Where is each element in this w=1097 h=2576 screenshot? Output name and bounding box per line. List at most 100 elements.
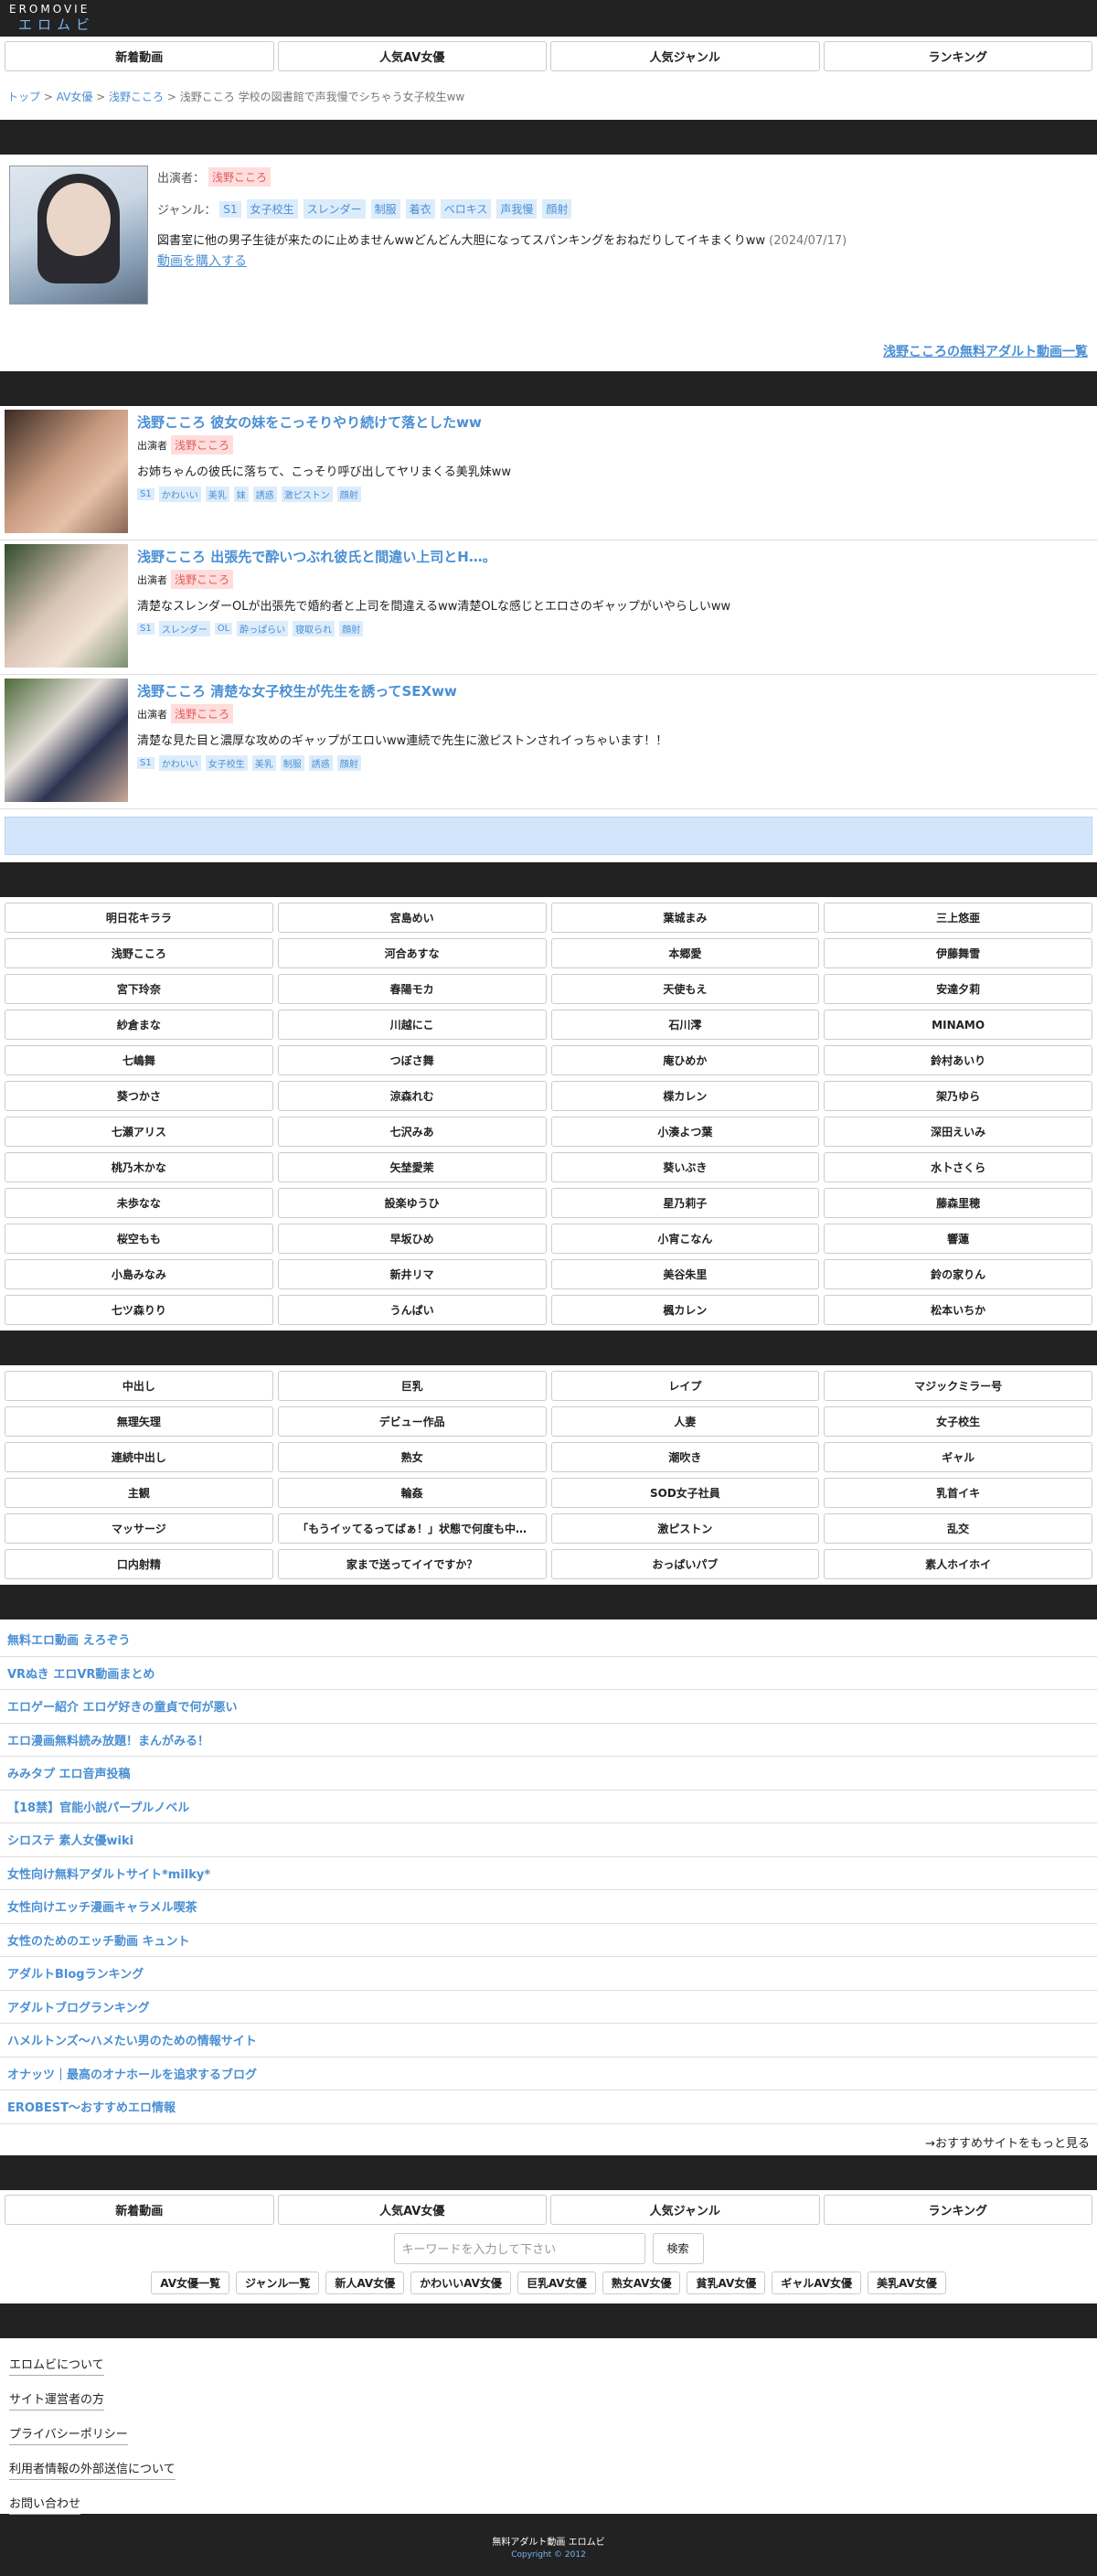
actress-button[interactable]: 宮下玲奈 (5, 974, 273, 1004)
actress-button[interactable]: 葉城まみ (550, 903, 820, 933)
site-link[interactable]: アダルトBlogランキング (0, 1957, 1097, 1991)
site-link[interactable]: EROBEST〜おすすめエロ情報 (0, 2090, 1097, 2124)
actress-button[interactable]: 本郷愛 (550, 938, 820, 968)
site-link[interactable]: 女性向け無料アダルトサイト*milky* (0, 1857, 1097, 1890)
actress-button[interactable]: 矢埜愛茉 (277, 1152, 547, 1182)
genre-tag[interactable]: 顔射 (339, 621, 364, 636)
genre-tag[interactable]: OL (214, 623, 233, 635)
logo-top[interactable]: EROMOVIE (9, 2, 1088, 16)
actress-tag[interactable]: 浅野こころ (171, 704, 234, 723)
actress-button[interactable]: 架乃ゆら (824, 1081, 1092, 1111)
genre-button[interactable]: レイプ (550, 1371, 820, 1401)
actress-button[interactable]: 小湊よつ葉 (550, 1117, 820, 1147)
actress-button[interactable]: 鈴の家りん (824, 1259, 1092, 1289)
breadcrumb-actress[interactable]: 浅野こころ (109, 91, 164, 103)
genre-button[interactable]: 素人ホイホイ (824, 1549, 1092, 1579)
actress-button[interactable]: 桜空もも (5, 1224, 273, 1254)
actress-video-list-link[interactable]: 浅野こころの無料アダルト動画一覧 (883, 345, 1088, 359)
actress-button[interactable]: 星乃莉子 (550, 1188, 820, 1218)
genre-tag[interactable]: 制服 (280, 755, 304, 771)
genre-tag[interactable]: 酔っぱらい (237, 621, 289, 636)
video-thumbnail[interactable] (5, 544, 128, 668)
actress-photo[interactable] (9, 166, 148, 305)
genre-tag[interactable]: S1 (137, 488, 154, 500)
site-link[interactable]: オナッツ｜最高のオナホールを追求するブログ (0, 2058, 1097, 2090)
actress-tag[interactable]: 浅野こころ (171, 570, 234, 589)
genre-tag[interactable]: 女子校生 (246, 199, 298, 219)
site-link[interactable]: エロゲー紹介 エロゲ好きの童貞で何が悪い (0, 1690, 1097, 1724)
genre-tag[interactable]: S1 (137, 757, 154, 769)
actress-button[interactable]: 天使もえ (550, 974, 820, 1004)
genre-button[interactable]: 激ピストン (550, 1513, 820, 1544)
footer-link[interactable]: お問い合わせ (9, 2496, 81, 2515)
video-title[interactable]: 浅野こころ 彼女の妹をこっそりやり続けて落としたww (137, 412, 511, 432)
actress-button[interactable]: 鈴村あいり (824, 1045, 1092, 1075)
search-button[interactable]: 検索 (652, 2232, 704, 2264)
nav-button[interactable]: 人気ジャンル (550, 41, 820, 71)
genre-button[interactable]: 熟女 (277, 1442, 547, 1472)
actress-button[interactable]: 新井リマ (277, 1259, 547, 1289)
genre-tag[interactable]: 妹 (233, 486, 249, 502)
site-link[interactable]: エロ漫画無料読み放題！まんがみる！ (0, 1724, 1097, 1757)
actress-button[interactable]: 庵ひめか (550, 1045, 820, 1075)
actress-button[interactable]: 楪カレン (550, 1081, 820, 1111)
actress-button[interactable]: 宮島めい (277, 903, 547, 933)
buy-video-link[interactable]: 動画を購入する (157, 254, 247, 269)
nav-button[interactable]: 人気AV女優 (277, 41, 547, 71)
search-input[interactable]: キーワードを入力して下さい (393, 2232, 645, 2264)
actress-button[interactable]: 川越にこ (277, 1010, 547, 1040)
actress-button[interactable]: 河合あすな (277, 938, 547, 968)
actress-button[interactable]: 設楽ゆうひ (277, 1188, 547, 1218)
genre-button[interactable]: 潮吹き (550, 1442, 820, 1472)
actress-button[interactable]: 七ツ森りり (5, 1295, 273, 1325)
site-link[interactable]: 女性のためのエッチ動画 キュント (0, 1924, 1097, 1957)
genre-tag[interactable]: 声我慢 (496, 199, 538, 219)
video-title[interactable]: 浅野こころ 清楚な女子校生が先生を誘ってSEXww (137, 681, 667, 700)
actress-button[interactable]: 伊藤舞雪 (824, 938, 1092, 968)
nav-button[interactable]: 新着動画 (5, 2194, 274, 2225)
genre-tag[interactable]: S1 (137, 623, 154, 635)
quick-link-button[interactable]: 貧乳AV女優 (687, 2271, 766, 2294)
actress-button[interactable]: 明日花キララ (5, 903, 273, 933)
genre-button[interactable]: 主観 (5, 1478, 273, 1508)
genre-button[interactable]: マジックミラー号 (824, 1371, 1092, 1401)
nav-button[interactable]: 新着動画 (5, 41, 274, 71)
site-link[interactable]: 【18禁】官能小説パープルノベル (0, 1790, 1097, 1823)
actress-button[interactable]: 藤森里穂 (824, 1188, 1092, 1218)
footer-link[interactable]: エロムビについて (9, 2357, 104, 2376)
actress-button[interactable]: うんぱい (277, 1295, 547, 1325)
site-link[interactable]: アダルトブログランキング (0, 1991, 1097, 2024)
actress-button[interactable]: 葵つかさ (5, 1081, 273, 1111)
site-link[interactable]: VRぬき エロVR動画まとめ (0, 1657, 1097, 1690)
actress-button[interactable]: 春陽モカ (277, 974, 547, 1004)
footer-link[interactable]: プライバシーポリシー (9, 2426, 128, 2445)
genre-button[interactable]: 中出し (5, 1371, 273, 1401)
quick-link-button[interactable]: 巨乳AV女優 (517, 2271, 596, 2294)
footer-link[interactable]: 利用者情報の外部送信について (9, 2461, 176, 2480)
quick-link-button[interactable]: 新人AV女優 (325, 2271, 405, 2294)
video-title[interactable]: 浅野こころ 出張先で酔いつぶれ彼氏と間違い上司とH…。 (137, 547, 730, 566)
genre-button[interactable]: SOD女子社員 (550, 1478, 820, 1508)
genre-button[interactable]: マッサージ (5, 1513, 273, 1544)
actress-button[interactable]: 早坂ひめ (277, 1224, 547, 1254)
genre-tag[interactable]: S1 (219, 200, 241, 218)
genre-tag[interactable]: かわいい (158, 486, 201, 502)
quick-link-button[interactable]: かわいいAV女優 (410, 2271, 511, 2294)
breadcrumb-category[interactable]: AV女優 (57, 91, 93, 103)
genre-tag[interactable]: 激ピストン (281, 486, 333, 502)
genre-tag[interactable]: 顔射 (542, 199, 572, 219)
video-thumbnail[interactable] (5, 410, 128, 533)
site-link[interactable]: ハメルトンズ〜ハメたい男のための情報サイト (0, 2024, 1097, 2058)
actress-button[interactable]: 涼森れむ (277, 1081, 547, 1111)
genre-tag[interactable]: スレンダー (158, 621, 210, 636)
genre-tag[interactable]: かわいい (158, 755, 201, 771)
site-link[interactable]: 無料エロ動画 えろぞう (0, 1623, 1097, 1657)
actress-button[interactable]: 小宵こなん (550, 1224, 820, 1254)
genre-tag[interactable]: 顔射 (336, 486, 361, 502)
genre-button[interactable]: 家まで送ってイイですか？ (277, 1549, 547, 1579)
actress-tag[interactable]: 浅野こころ (208, 167, 272, 187)
actress-tag[interactable]: 浅野こころ (171, 435, 234, 454)
quick-link-button[interactable]: AV女優一覧 (151, 2271, 229, 2294)
actress-button[interactable]: MINAMO (824, 1010, 1092, 1040)
genre-tag[interactable]: 着衣 (405, 199, 435, 219)
